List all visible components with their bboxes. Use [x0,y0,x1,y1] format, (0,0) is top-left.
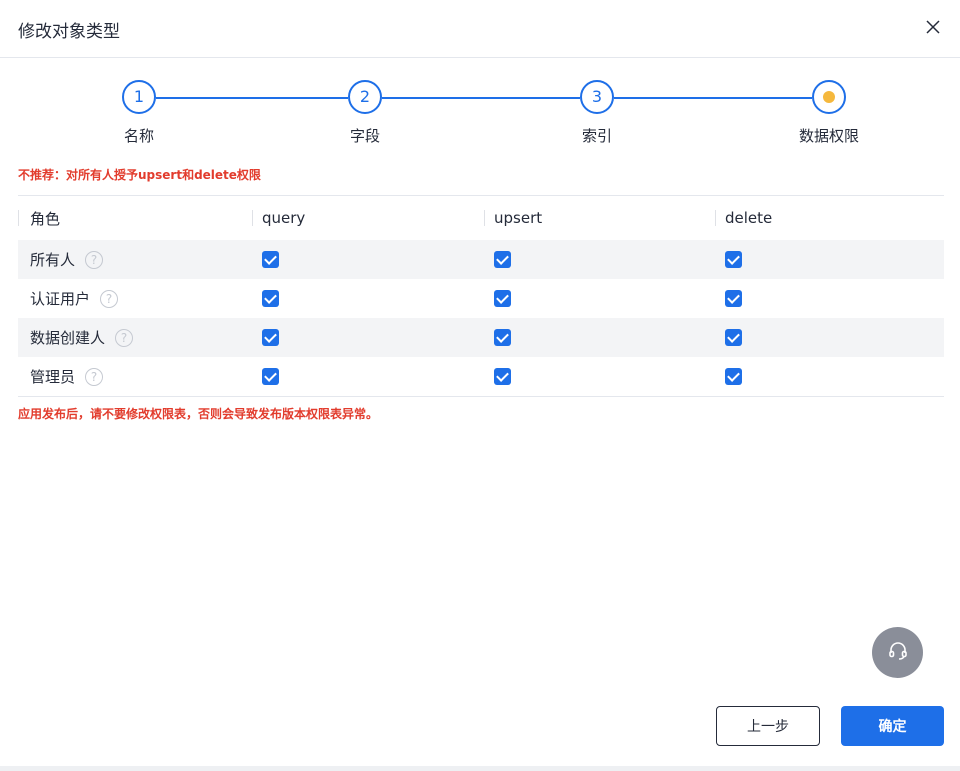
question-circle-icon[interactable]: ? [115,328,134,347]
step-number: 2 [348,80,382,114]
delete-checkbox[interactable] [725,329,742,346]
modify-object-type-dialog: 修改对象类型 1 名称 2 字段 3 索引 数据权限 不推荐：对所有人授予ups… [0,0,960,771]
table-row: 管理员 ? [18,357,944,396]
step-label: 索引 [581,127,612,145]
question-circle-icon[interactable]: ? [85,250,104,269]
step-3: 3 索引 [537,80,657,146]
upsert-cell [484,318,511,357]
query-cell [252,357,279,396]
role-cell: 认证用户 ? [18,279,119,318]
table-row: 所有人 ? [18,240,944,279]
close-icon[interactable] [922,16,944,38]
step-number: 1 [122,80,156,114]
delete-cell [715,240,742,279]
step-number: 3 [580,80,614,114]
step-label: 字段 [349,127,380,145]
headset-icon [886,639,910,667]
step-4-current: 数据权限 [769,80,889,146]
query-checkbox[interactable] [262,290,279,307]
dialog-header: 修改对象类型 [0,0,960,58]
query-cell [252,240,279,279]
table-row: 认证用户 ? [18,279,944,318]
query-checkbox[interactable] [262,251,279,268]
warning-not-recommended: 不推荐：对所有人授予upsert和delete权限 [18,168,261,182]
current-step-dot [823,91,835,103]
header-query: query [252,196,305,240]
upsert-checkbox[interactable] [494,368,511,385]
confirm-button[interactable]: 确定 [841,706,944,746]
warning-after-publish: 应用发布后，请不要修改权限表，否则会导致发布版本权限表异常。 [18,407,379,421]
header-role: 角色 [18,196,60,240]
step-label: 数据权限 [798,127,859,145]
query-cell [252,279,279,318]
header-delete: delete [715,196,772,240]
step-label: 名称 [123,127,154,145]
permission-table: 角色 query upsert delete 所有人 ? 认证用户 ? 数据创建… [18,195,944,397]
delete-checkbox[interactable] [725,368,742,385]
delete-checkbox[interactable] [725,251,742,268]
query-checkbox[interactable] [262,368,279,385]
previous-step-button[interactable]: 上一步 [716,706,820,746]
table-header-row: 角色 query upsert delete [18,196,944,240]
delete-checkbox[interactable] [725,290,742,307]
role-name: 所有人 [30,251,76,269]
upsert-cell [484,240,511,279]
role-name: 认证用户 [30,290,91,308]
role-name: 管理员 [30,368,76,386]
step-2: 2 字段 [305,80,425,146]
step-1: 1 名称 [79,80,199,146]
upsert-cell [484,357,511,396]
question-circle-icon[interactable]: ? [85,367,104,386]
delete-cell [715,318,742,357]
role-name: 数据创建人 [30,329,106,347]
header-upsert: upsert [484,196,542,240]
table-row: 数据创建人 ? [18,318,944,357]
step-current-marker [812,80,846,114]
support-button[interactable] [872,627,923,678]
role-cell: 所有人 ? [18,240,104,279]
role-cell: 管理员 ? [18,357,104,396]
delete-cell [715,357,742,396]
query-cell [252,318,279,357]
role-cell: 数据创建人 ? [18,318,134,357]
upsert-checkbox[interactable] [494,329,511,346]
upsert-cell [484,279,511,318]
query-checkbox[interactable] [262,329,279,346]
upsert-checkbox[interactable] [494,251,511,268]
step-indicator: 1 名称 2 字段 3 索引 数据权限 [0,80,960,150]
bottom-divider [0,766,960,771]
upsert-checkbox[interactable] [494,290,511,307]
dialog-title: 修改对象类型 [18,22,120,42]
question-circle-icon[interactable]: ? [100,289,119,308]
delete-cell [715,279,742,318]
